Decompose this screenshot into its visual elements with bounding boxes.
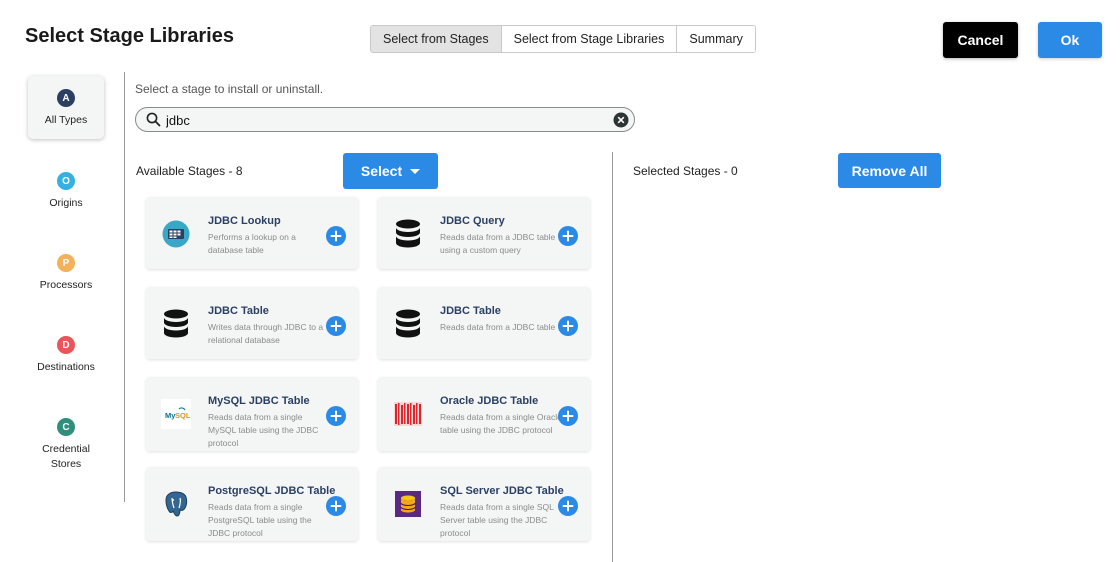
plus-icon	[562, 230, 574, 242]
add-stage-button[interactable]	[326, 316, 346, 336]
add-stage-button[interactable]	[558, 316, 578, 336]
add-stage-button[interactable]	[558, 496, 578, 516]
add-stage-button[interactable]	[326, 226, 346, 246]
tab-summary[interactable]: Summary	[677, 26, 755, 52]
stage-card-jdbc-lookup[interactable]: JDBC Lookup Performs a lookup on a datab…	[146, 197, 358, 269]
stage-card-jdbc-table-destination[interactable]: JDBC Table Writes data through JDBC to a…	[146, 287, 358, 359]
mysql-logo-icon: My SQL	[161, 399, 191, 429]
stage-description: Reads data from a JDBC table using a cus…	[440, 232, 556, 255]
stage-description: Performs a lookup on a database table	[208, 232, 296, 255]
destinations-badge: D	[57, 336, 75, 354]
stage-type-nav: A All Types O Origins P Processors D Des…	[28, 76, 106, 486]
search-box	[135, 107, 635, 132]
instruction-text: Select a stage to install or uninstall.	[135, 82, 324, 96]
nav-label-processors: Processors	[39, 279, 93, 291]
clear-icon[interactable]	[613, 112, 629, 133]
stage-description: Reads data from a single SQL Server tabl…	[440, 502, 554, 538]
nav-item-origins[interactable]: O Origins	[28, 158, 104, 240]
add-stage-button[interactable]	[558, 226, 578, 246]
oracle-logo-icon	[393, 399, 423, 429]
nav-label-destinations: Destinations	[37, 361, 95, 373]
stage-card-jdbc-query[interactable]: JDBC Query Reads data from a JDBC table …	[378, 197, 590, 269]
selected-stages-label: Selected Stages - 0	[633, 164, 738, 178]
available-stages-label: Available Stages - 8	[136, 164, 243, 178]
plus-icon	[330, 230, 342, 242]
plus-icon	[330, 410, 342, 422]
nav-label-origins: Origins	[49, 197, 83, 209]
jdbc-lookup-icon	[161, 219, 191, 249]
database-icon	[393, 309, 423, 339]
processors-badge: P	[57, 254, 75, 272]
nav-label-all-types: All Types	[44, 114, 88, 126]
ok-button[interactable]: Ok	[1038, 22, 1102, 58]
stage-description: Reads data from a JDBC table	[440, 322, 556, 332]
chevron-down-icon	[410, 168, 421, 174]
plus-icon	[562, 500, 574, 512]
tab-select-from-stage-libraries[interactable]: Select from Stage Libraries	[501, 26, 678, 52]
add-stage-button[interactable]	[326, 406, 346, 426]
credential-stores-badge: C	[57, 418, 75, 436]
plus-icon	[330, 500, 342, 512]
stage-description: Writes data through JDBC to a relational…	[208, 322, 324, 345]
dialog-title: Select Stage Libraries	[25, 25, 234, 47]
database-icon	[161, 309, 191, 339]
stage-title: Oracle JDBC Table	[440, 395, 539, 407]
cancel-button[interactable]: Cancel	[943, 22, 1018, 58]
database-icon	[393, 219, 423, 249]
stage-card-jdbc-table-origin[interactable]: JDBC Table Reads data from a JDBC table	[378, 287, 590, 359]
select-dropdown-button[interactable]: Select	[343, 153, 438, 189]
nav-divider	[124, 72, 125, 502]
stage-card-oracle-jdbc-table[interactable]: Oracle JDBC Table Reads data from a sing…	[378, 377, 590, 451]
svg-text:SQL: SQL	[175, 411, 190, 420]
stage-title: SQL Server JDBC Table	[440, 485, 564, 497]
stage-title: JDBC Lookup	[208, 215, 281, 227]
nav-item-processors[interactable]: P Processors	[28, 240, 104, 322]
sqlserver-logo-icon	[393, 489, 423, 519]
nav-item-destinations[interactable]: D Destinations	[28, 322, 104, 404]
stage-card-mysql-jdbc-table[interactable]: My SQL MySQL JDBC Table Reads data from a…	[146, 377, 358, 451]
plus-icon	[330, 320, 342, 332]
plus-icon	[562, 410, 574, 422]
add-stage-button[interactable]	[326, 496, 346, 516]
origins-badge: O	[57, 172, 75, 190]
stage-title: JDBC Query	[440, 215, 505, 227]
stage-title: PostgreSQL JDBC Table	[208, 485, 336, 497]
stage-card-postgresql-jdbc-table[interactable]: PostgreSQL JDBC Table Reads data from a …	[146, 467, 358, 541]
search-icon	[146, 112, 161, 132]
postgresql-logo-icon	[161, 489, 191, 519]
view-tabs: Select from Stages Select from Stage Lib…	[370, 25, 756, 53]
tab-select-from-stages[interactable]: Select from Stages	[371, 26, 502, 52]
stage-description: Reads data from a single MySQL table usi…	[208, 412, 319, 448]
nav-item-all-types[interactable]: A All Types	[28, 76, 104, 139]
stage-title: JDBC Table	[440, 305, 501, 317]
search-input[interactable]	[166, 110, 606, 130]
stage-description: Reads data from a single PostgreSQL tabl…	[208, 502, 312, 538]
nav-label-credential-stores: Credential Stores	[42, 443, 90, 470]
stage-card-sqlserver-jdbc-table[interactable]: SQL Server JDBC Table Reads data from a …	[378, 467, 590, 541]
column-divider	[612, 152, 613, 562]
stage-description: Reads data from a single Oracle table us…	[440, 412, 562, 435]
nav-item-credential-stores[interactable]: C Credential Stores	[28, 404, 104, 486]
stage-title: MySQL JDBC Table	[208, 395, 310, 407]
stage-title: JDBC Table	[208, 305, 269, 317]
add-stage-button[interactable]	[558, 406, 578, 426]
remove-all-button[interactable]: Remove All	[838, 153, 941, 188]
all-types-badge: A	[57, 89, 75, 107]
plus-icon	[562, 320, 574, 332]
select-button-label: Select	[360, 163, 403, 179]
